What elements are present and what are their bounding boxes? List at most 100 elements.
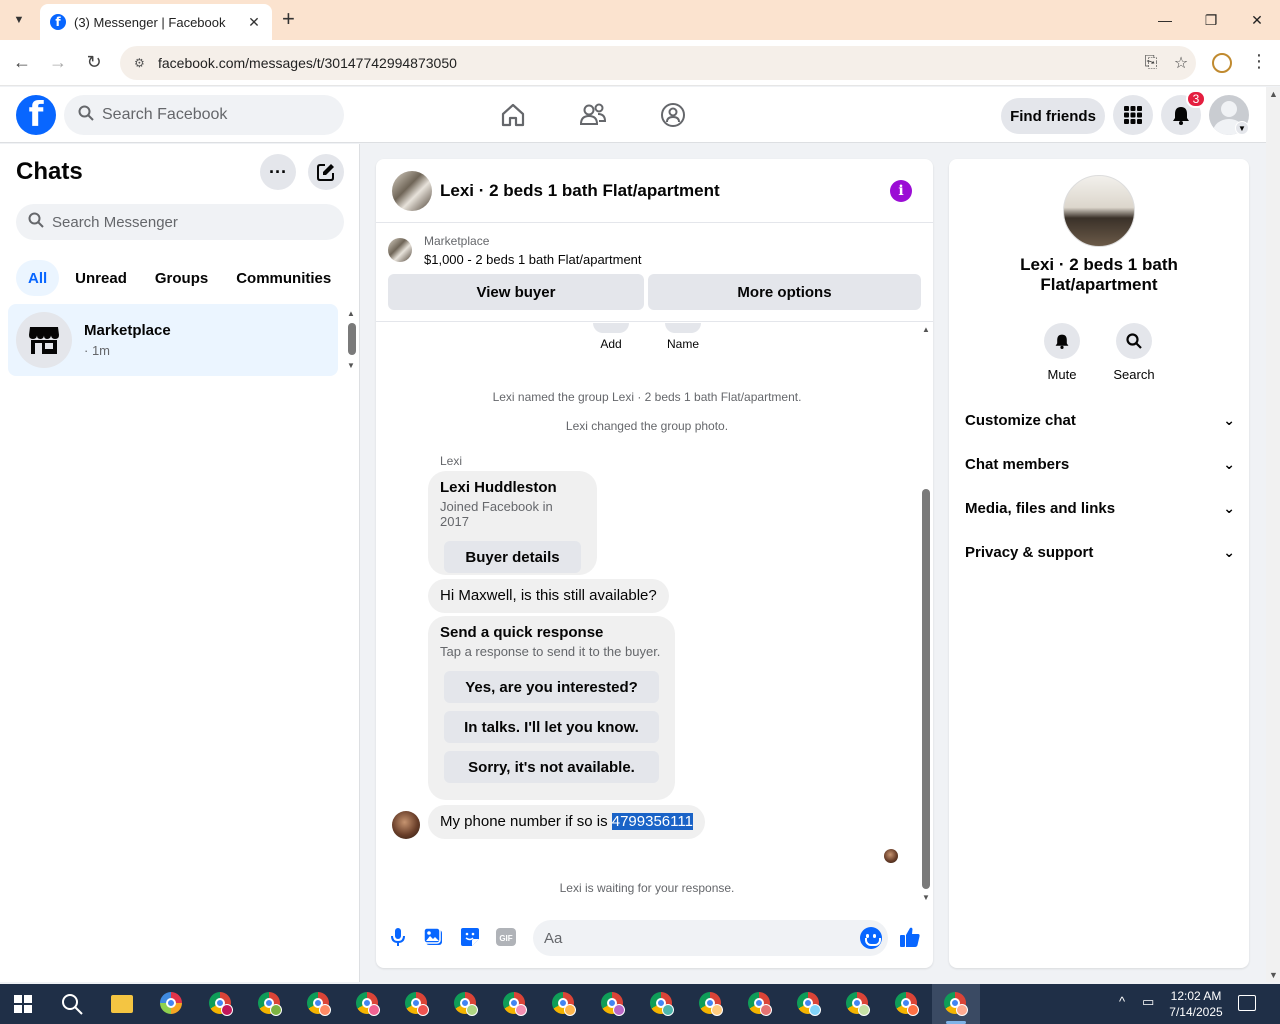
new-tab-icon[interactable]: +	[282, 8, 295, 30]
view-buyer-button[interactable]: View buyer	[388, 274, 644, 310]
conversation-title[interactable]: Lexi · 2 beds 1 bath Flat/apartment	[440, 181, 933, 201]
emoji-icon[interactable]	[860, 927, 882, 949]
taskbar-app-icon[interactable]	[158, 990, 186, 1018]
sidebar-scrollbar[interactable]: ▲ ▼	[345, 309, 357, 370]
like-thumbs-up-icon[interactable]	[898, 925, 922, 949]
quick-response-not-available[interactable]: Sorry, it's not available.	[444, 751, 659, 783]
chrome-profile-icon[interactable]	[501, 990, 529, 1018]
groups-icon[interactable]	[633, 87, 713, 143]
conversation-scrollbar[interactable]: ▲ ▼	[919, 323, 933, 905]
new-message-icon[interactable]	[308, 154, 344, 190]
chrome-profile-icon[interactable]	[256, 990, 284, 1018]
menu-grid-icon[interactable]	[1113, 95, 1153, 135]
group-photo[interactable]	[392, 170, 432, 211]
search-in-chat-button[interactable]: Search	[1104, 323, 1164, 382]
sender-avatar[interactable]	[392, 811, 420, 839]
chrome-profile-icon[interactable]	[844, 990, 872, 1018]
find-friends-button[interactable]: Find friends	[1001, 98, 1105, 134]
message-input[interactable]: Aa	[533, 920, 888, 956]
window-controls: — ❐ ✕	[1142, 0, 1280, 40]
chrome-profile-icon[interactable]	[403, 990, 431, 1018]
section-chat-members[interactable]: Chat members ⌄	[965, 450, 1235, 478]
section-privacy-support[interactable]: Privacy & support ⌄	[965, 538, 1235, 566]
network-icon[interactable]: ▭	[1142, 994, 1154, 1010]
site-info-icon[interactable]: ⚙	[134, 56, 150, 70]
address-bar[interactable]: ⚙ facebook.com/messages/t/30147742994873…	[120, 46, 1196, 80]
tray-overflow-chevron-icon[interactable]: ^	[1119, 994, 1125, 1009]
chrome-profile-icon[interactable]	[648, 990, 676, 1018]
group-photo-large[interactable]	[1063, 175, 1135, 247]
forward-icon[interactable]: →	[47, 52, 69, 73]
taskbar-clock[interactable]: 12:02 AM 7/14/2025	[1166, 988, 1226, 1020]
quick-response-yes[interactable]: Yes, are you interested?	[444, 671, 659, 703]
install-app-icon[interactable]: ⎘	[1136, 54, 1166, 72]
conversation-scroll-thumb[interactable]	[922, 489, 930, 889]
more-options-button[interactable]: More options	[648, 274, 921, 310]
chat-item-time: · 1m	[84, 343, 110, 358]
bookmark-star-icon[interactable]: ☆	[1166, 53, 1196, 73]
messenger-search-input[interactable]: Search Messenger	[16, 204, 344, 240]
browser-tab-messenger[interactable]: f (3) Messenger | Facebook ✕	[40, 4, 272, 40]
filter-communities[interactable]: Communities	[224, 260, 343, 296]
taskbar-search-icon[interactable]	[60, 992, 84, 1016]
back-icon[interactable]: ←	[11, 52, 33, 73]
mute-button[interactable]: Mute	[1032, 323, 1092, 382]
browser-menu-icon[interactable]: ⋮	[1250, 51, 1268, 72]
filter-all[interactable]: All	[16, 260, 60, 296]
reload-icon[interactable]: ↻	[83, 52, 105, 73]
scroll-down-arrow-icon[interactable]: ▼	[347, 361, 355, 370]
account-chevron-down-icon[interactable]: ▼	[1235, 121, 1249, 135]
scroll-down-arrow-icon[interactable]: ▼	[922, 893, 930, 902]
name-group-button[interactable]: Name	[643, 323, 723, 351]
home-icon[interactable]	[473, 87, 553, 143]
chrome-profile-icon[interactable]	[550, 990, 578, 1018]
scroll-up-arrow-icon[interactable]: ▲	[1269, 89, 1278, 99]
photo-icon[interactable]	[422, 925, 446, 949]
info-icon[interactable]: i	[890, 180, 912, 202]
more-options-icon[interactable]: ···	[260, 154, 296, 190]
tab-search-chevron-icon[interactable]: ▼	[8, 9, 30, 31]
file-explorer-icon[interactable]	[111, 995, 133, 1013]
listing-title[interactable]: $1,000 - 2 beds 1 bath Flat/apartment	[424, 252, 642, 267]
close-window-icon[interactable]: ✕	[1234, 0, 1280, 40]
add-member-button[interactable]: Add	[571, 323, 651, 351]
chrome-profile-icon[interactable]	[795, 990, 823, 1018]
gif-icon[interactable]: GIF	[494, 925, 518, 949]
buyer-details-button[interactable]: Buyer details	[444, 541, 581, 573]
phone-number-selected[interactable]: 4799356111	[611, 813, 693, 830]
microphone-icon[interactable]	[386, 925, 410, 949]
section-media-files-links[interactable]: Media, files and links ⌄	[965, 494, 1235, 522]
action-center-icon[interactable]	[1238, 995, 1256, 1011]
chrome-profile-icon[interactable]	[452, 990, 480, 1018]
chats-title: Chats	[16, 158, 83, 185]
chat-item-marketplace[interactable]: Marketplace · 1m	[8, 304, 338, 376]
chrome-profile-icon[interactable]	[207, 990, 235, 1018]
scroll-up-arrow-icon[interactable]: ▲	[922, 325, 930, 334]
chrome-profile-icon[interactable]	[893, 990, 921, 1018]
section-customize-chat[interactable]: Customize chat ⌄	[965, 406, 1235, 434]
windows-start-icon[interactable]	[14, 995, 32, 1013]
browser-profile-icon[interactable]	[1212, 53, 1232, 73]
page-scrollbar[interactable]: ▲ ▼	[1266, 87, 1280, 982]
marketplace-listing-bar: Marketplace $1,000 - 2 beds 1 bath Flat/…	[376, 224, 933, 322]
minimize-icon[interactable]: —	[1142, 0, 1188, 40]
chrome-profile-icon[interactable]	[354, 990, 382, 1018]
tab-close-icon[interactable]: ✕	[246, 14, 262, 31]
sticker-icon[interactable]	[458, 925, 482, 949]
chrome-profile-icon[interactable]	[697, 990, 725, 1018]
facebook-logo-icon[interactable]: f	[16, 95, 56, 135]
sidebar-scroll-thumb[interactable]	[348, 323, 356, 355]
chrome-profile-icon[interactable]	[599, 990, 627, 1018]
filter-groups[interactable]: Groups	[143, 260, 220, 296]
filter-unread[interactable]: Unread	[63, 260, 139, 296]
scroll-up-arrow-icon[interactable]: ▲	[347, 309, 355, 318]
chrome-profile-icon[interactable]	[305, 990, 333, 1018]
chrome-active-profile-icon[interactable]	[942, 990, 970, 1018]
sender-name: Lexi	[440, 454, 463, 468]
facebook-search-input[interactable]: Search Facebook	[64, 95, 344, 135]
scroll-down-arrow-icon[interactable]: ▼	[1269, 970, 1278, 980]
quick-response-in-talks[interactable]: In talks. I'll let you know.	[444, 711, 659, 743]
chrome-profile-icon[interactable]	[746, 990, 774, 1018]
restore-icon[interactable]: ❐	[1188, 0, 1234, 40]
friends-icon[interactable]	[553, 87, 633, 143]
